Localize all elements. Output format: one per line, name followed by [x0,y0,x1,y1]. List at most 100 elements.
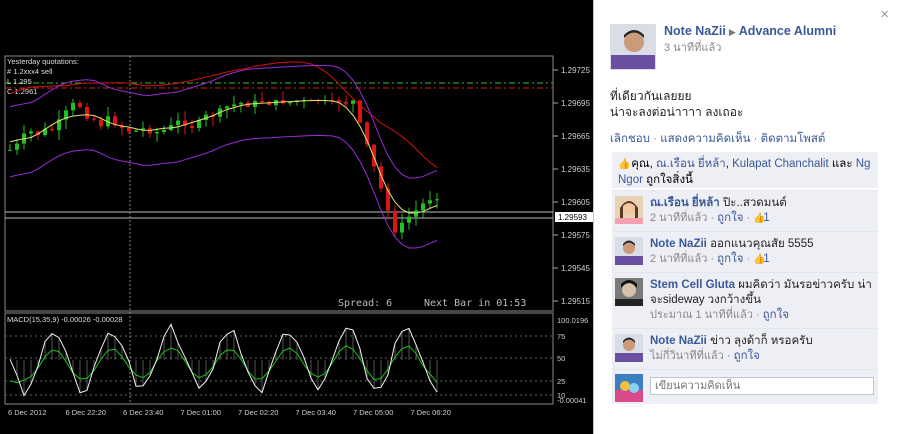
likes-and: และ [831,158,853,170]
candle-body [400,222,404,233]
show-comments-link[interactable]: แสดงความคิดเห็น [660,133,750,145]
avatar[interactable] [615,237,643,265]
avatar[interactable] [615,196,643,224]
quote-info-line: C 1.2961 [7,87,37,96]
candle-body [71,102,75,111]
comment-like-link[interactable]: ถูกใจ [734,350,760,362]
comment-list: ณ.เรือน ยี่หล้า ปิะ..สวดมนต์ 2 นาทีที่แล… [612,190,878,404]
price-panel-frame [4,55,554,312]
candle-body [78,102,82,108]
candle-body [15,143,19,150]
post-author-link[interactable]: Note NaZii [664,24,726,38]
post-time[interactable]: 3 นาทีที่แล้ว [664,42,721,54]
candle-body [50,128,54,131]
price-tick-label: 1.29575 [561,231,590,240]
comment-item: ณ.เรือน ยี่หล้า ปิะ..สวดมนต์ 2 นาทีที่แล… [612,190,878,231]
candle-body [134,130,138,132]
arrow-right-icon: ▶ [728,27,736,37]
avatar[interactable] [610,24,656,70]
comment-author-link[interactable]: Note NaZii [650,335,707,347]
candle-body [225,106,229,109]
time-tick-label: 7 Dec 06:20 [411,408,451,417]
thumbs-up-icon: 👍 [618,159,631,170]
price-tick-label: 1.29635 [561,165,590,174]
separator: · [743,212,754,224]
price-tick-label: 1.29545 [561,264,590,273]
avatar[interactable] [615,334,643,362]
separator: · [723,350,734,362]
candle-body [232,104,236,107]
comment-item: Note NaZii ข่าว ลุงด้าก็ หรอครับ ไม่กี่ว… [612,328,878,369]
next-bar-label: Next Bar in 01:53 [424,298,526,309]
spread-label: Spread: 6 [338,298,392,309]
comment-time[interactable]: ประมาณ 1 นาทีที่แล้ว [650,309,753,321]
time-tick-label: 7 Dec 05:00 [353,408,393,417]
thumbs-up-icon: 👍 [753,213,766,224]
current-price-label: 1.29593 [558,213,587,222]
comment-item: Stem Cell Gluta ผมคิดว่า มันรอข่าวครับ น… [612,272,878,328]
candle-body [190,125,194,128]
comment-like-link[interactable]: ถูกใจ [717,212,743,224]
unlike-link[interactable]: เลิกชอบ [610,133,650,145]
candle-body [162,130,166,133]
post-text-line-1: ที่เดียวกันเลยยย [610,89,692,103]
price-tick-label: 1.29605 [561,198,590,207]
post-header: Note NaZii ▶ Advance Alumni 3 นาทีที่แล้ว [610,24,880,70]
like-name-link[interactable]: Kulapat Chanchalit [732,158,829,170]
likes-summary: 👍 คุณ, ณ.เรือน ยี่หล้า, Kulapat Chanchal… [612,152,878,188]
comment-like-count[interactable]: 1 [763,212,769,224]
candle-body [176,120,180,126]
group-link[interactable]: Advance Alumni [739,24,836,38]
candle-body [29,131,33,134]
candle-body [344,102,348,104]
separator: · [743,253,754,265]
candle-body [127,127,131,132]
close-icon[interactable]: × [880,6,889,23]
comment-input[interactable] [650,377,874,395]
like-name-link[interactable]: ณ.เรือน ยี่หล้า [656,158,726,170]
quote-info-line: Yesterday quotations: [7,57,79,66]
avatar[interactable] [615,278,643,306]
macd-tick-label: 50 [557,354,565,363]
time-tick-label: 7 Dec 02:20 [238,408,278,417]
avatar[interactable] [615,374,643,402]
comment-author-link[interactable]: Note NaZii [650,238,707,250]
follow-post-link[interactable]: ติดตามโพสต์ [761,133,826,145]
candle-body [351,100,355,104]
post-actions: เลิกชอบ · แสดงความคิดเห็น · ติดตามโพสต์ [610,130,825,148]
separator: · [707,212,718,224]
comment-time[interactable]: 2 นาทีที่แล้ว [650,212,707,224]
candle-body [414,210,418,217]
comment-text: ปิะ..สวดมนต์ [722,197,787,209]
candle-body [267,101,271,106]
thumbs-up-icon: 👍 [753,254,766,265]
candle-body [239,102,243,105]
time-tick-label: 7 Dec 03:40 [296,408,336,417]
comment-author-link[interactable]: ณ.เรือน ยี่หล้า [650,197,720,209]
comment-time[interactable]: 2 นาทีที่แล้ว [650,253,707,265]
quote-info-line: # 1.2xxx4 sell [7,67,53,76]
time-tick-label: 6 Dec 22:20 [66,408,106,417]
comment-time[interactable]: ไม่กี่วินาทีที่แล้ว [650,350,724,362]
comment-like-link[interactable]: ถูกใจ [763,309,789,321]
comment-like-link[interactable]: ถูกใจ [717,253,743,265]
candle-body [372,144,376,167]
candle-body [92,118,96,120]
forex-chart[interactable]: 1.29725 1.29695 1.29665 1.29635 1.29605 1.295… [0,0,598,434]
likes-prefix: คุณ, [631,158,653,170]
candle-body [260,100,264,102]
macd-label: MACD(15,35,9) -0.00026 -0.00028 [7,315,123,324]
price-tick-label: 1.29665 [561,132,590,141]
time-tick-label: 6 Dec 23:40 [123,408,163,417]
comment-composer [612,369,878,404]
comment-like-count[interactable]: 1 [763,253,769,265]
candle-body [99,119,103,127]
price-tick-label: 1.29725 [561,66,590,75]
macd-tick-label: 25 [557,377,565,386]
candle-body [421,203,425,211]
candle-body [386,188,390,211]
separator: · [750,133,761,145]
time-tick-label: 7 Dec 01:00 [181,408,221,417]
comment-author-link[interactable]: Stem Cell Gluta [650,279,735,291]
likes-suffix: ถูกใจสิ่งนี้ [646,174,693,186]
